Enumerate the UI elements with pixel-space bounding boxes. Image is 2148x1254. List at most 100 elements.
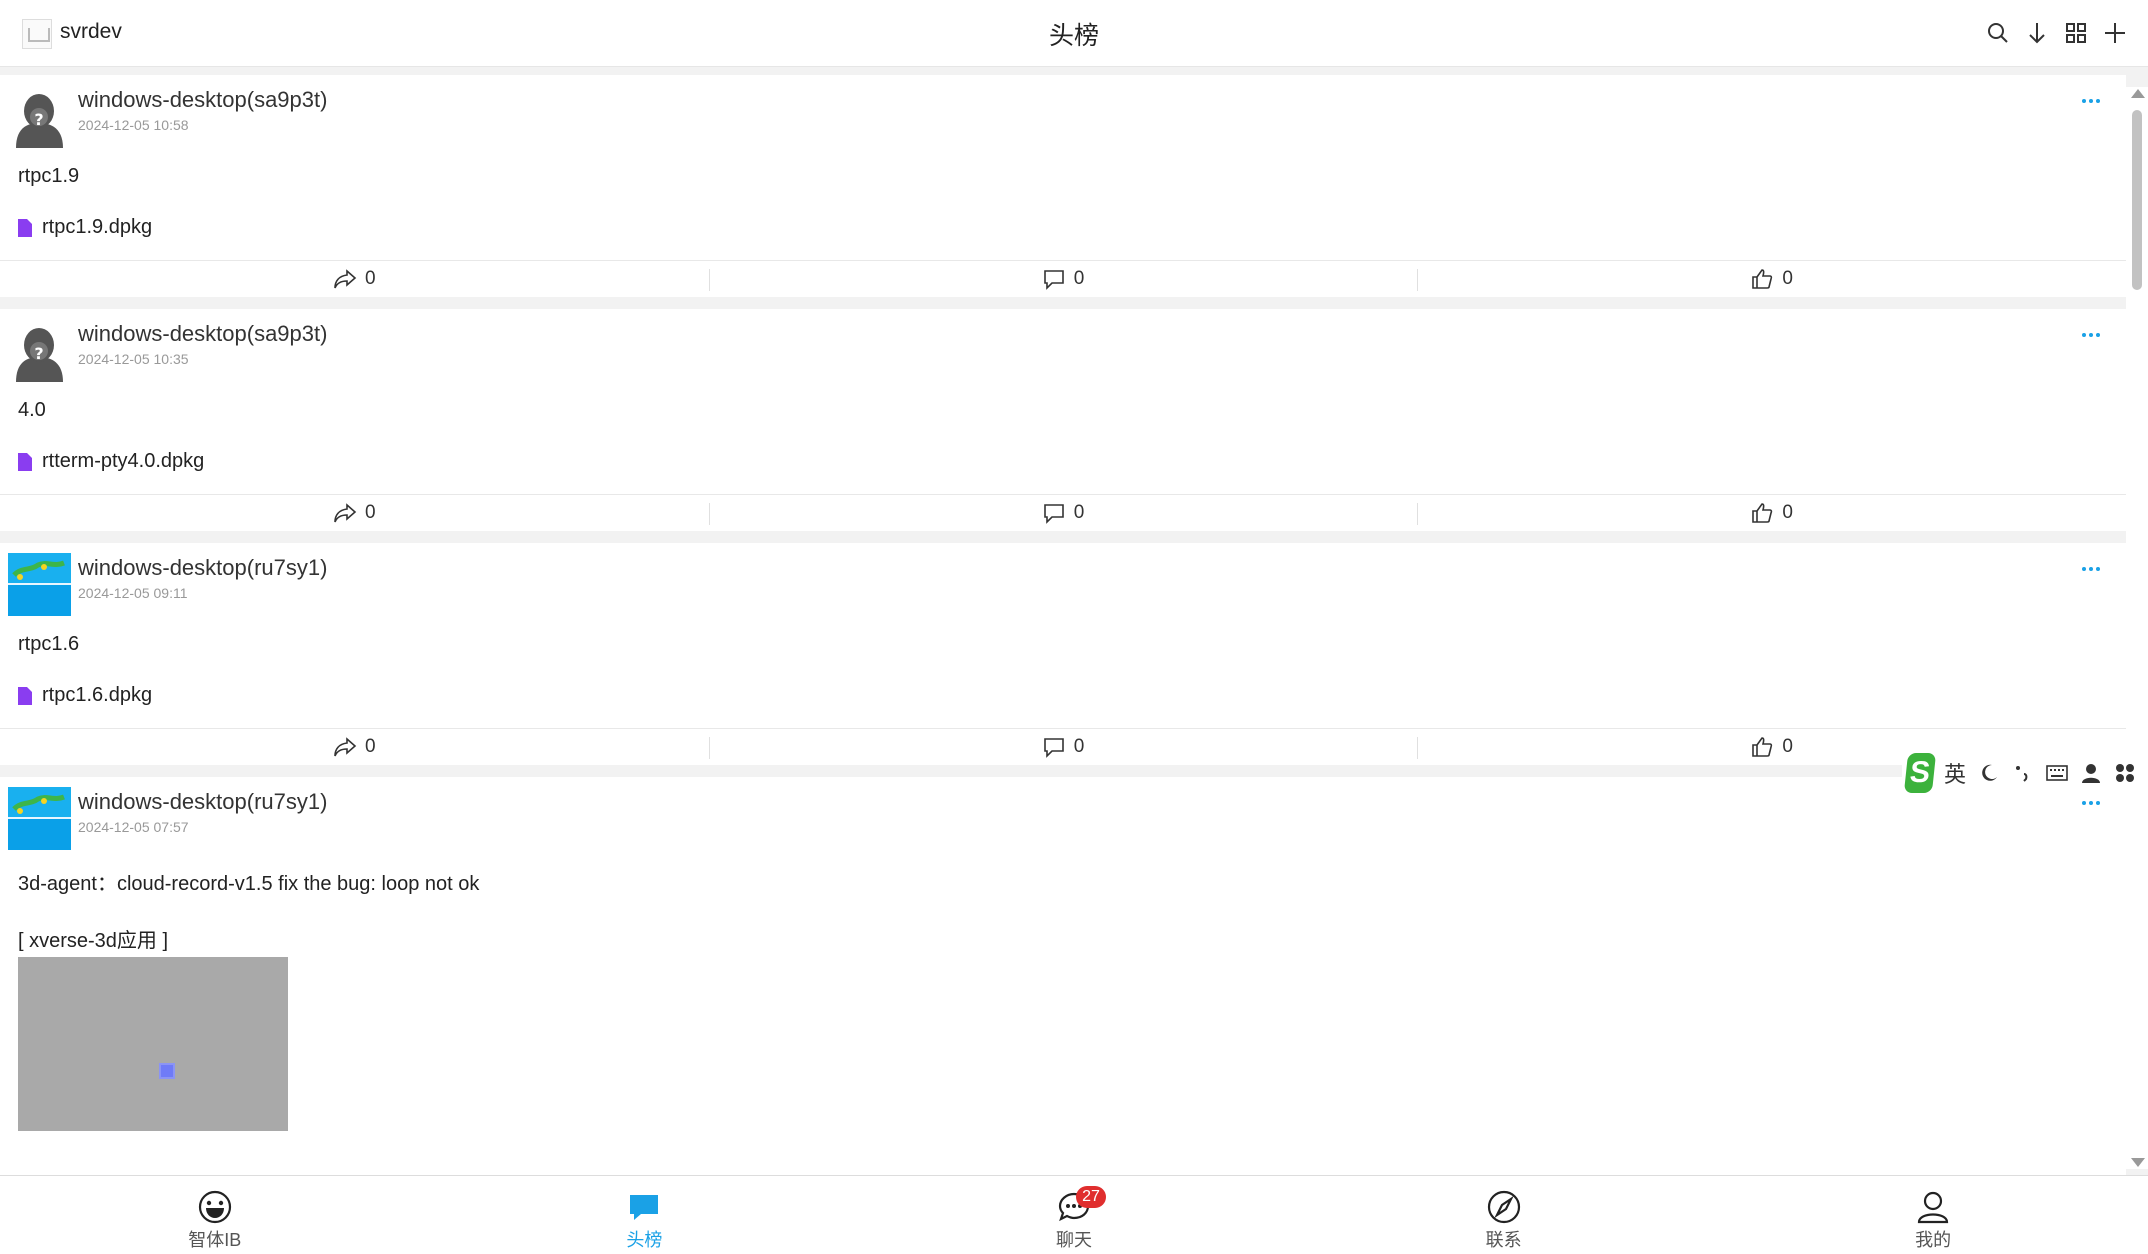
post-time: 2024-12-05 07:57 [78,819,189,835]
nav-item-contacts[interactable]: 联系 [1289,1176,1719,1254]
share-count: 0 [365,502,376,523]
nav-label: 聊天 [1055,1230,1092,1250]
top-header: svrdev 头榜 [0,0,2148,67]
post-author[interactable]: windows-desktop(ru7sy1) [78,789,327,815]
download-icon[interactable] [2024,20,2050,46]
nav-label: 智体IB [188,1230,242,1250]
compass-icon [1487,1190,1520,1224]
unread-badge: 27 [1075,1186,1106,1208]
thumbs-up-icon [1752,269,1773,289]
nav-item-chat[interactable]: 聊天 27 [859,1176,1289,1254]
hooded-user-avatar-icon[interactable]: ? [8,319,71,382]
attachment-name: rtterm-pty4.0.dpkg [42,450,205,472]
feed-post[interactable]: windows-desktop(ru7sy1) 2024-12-05 09:11… [0,543,2126,765]
search-icon[interactable] [1985,20,2011,46]
comment-icon [1043,504,1064,524]
post-attachment[interactable]: rtpc1.9.dpkg [18,216,152,239]
svg-text:?: ? [34,344,43,363]
post-group-tag[interactable]: [ xverse-3d应用 ] [18,924,168,953]
feed-post[interactable]: ? windows-desktop(sa9p3t) 2024-12-05 10:… [0,75,2126,297]
post-actions: 0 0 0 [0,728,2126,765]
post-actions: 0 0 0 [0,494,2126,531]
like-count: 0 [1782,736,1793,757]
more-options-icon[interactable] [2076,559,2106,579]
attachment-name: rtpc1.6.dpkg [42,684,153,706]
post-author[interactable]: windows-desktop(sa9p3t) [78,87,327,113]
comment-button[interactable]: 0 [708,495,1418,531]
feed-post[interactable]: windows-desktop(ru7sy1) 2024-12-05 07:57… [0,777,2126,1175]
like-count: 0 [1782,502,1793,523]
post-image-thumbnail[interactable] [18,957,288,1131]
nav-label: 头榜 [626,1230,663,1250]
file-icon [18,452,32,471]
comment-icon [1043,270,1064,290]
post-time: 2024-12-05 09:11 [78,585,188,601]
post-content: 4.0 [18,399,46,421]
thumbs-up-icon [1752,737,1773,757]
like-button[interactable]: 0 [1417,495,2126,531]
apps-grid-icon[interactable] [2114,762,2136,784]
chat-bubble-icon [630,1195,659,1220]
landscape-avatar-icon[interactable] [8,787,71,850]
nav-item-mine[interactable]: 我的 [1718,1176,2148,1254]
post-author[interactable]: windows-desktop(ru7sy1) [78,555,327,581]
landscape-avatar-icon[interactable] [8,553,71,616]
nav-label: 我的 [1915,1230,1952,1250]
comment-button[interactable]: 0 [708,261,1418,297]
ime-toolbar[interactable]: S 英 [1902,751,2148,795]
share-icon [334,737,357,757]
attachment-name: rtpc1.9.dpkg [42,216,153,238]
scroll-up-arrow-icon[interactable] [2131,89,2145,98]
comment-button[interactable]: 0 [708,729,1418,765]
svg-text:?: ? [34,110,43,129]
smiley-icon [198,1190,231,1224]
feed-scrollbar[interactable] [2126,87,2148,1169]
share-count: 0 [365,268,376,289]
share-icon [334,503,357,523]
more-options-icon[interactable] [2076,91,2106,111]
app-window: svrdev 头榜 ? windows-desktop(sa9p3t) 2024… [0,0,2148,1254]
share-button[interactable]: 0 [0,729,709,765]
image-placeholder-icon [159,1063,175,1079]
feed-post[interactable]: ? windows-desktop(sa9p3t) 2024-12-05 10:… [0,309,2126,531]
post-time: 2024-12-05 10:35 [78,351,189,367]
post-time: 2024-12-05 10:58 [78,117,189,133]
grid-icon[interactable] [2063,20,2089,46]
post-author[interactable]: windows-desktop(sa9p3t) [78,321,327,347]
punctuation-icon[interactable] [2012,762,2034,784]
post-attachment[interactable]: rtterm-pty4.0.dpkg [18,450,204,473]
user-icon[interactable] [2080,762,2102,784]
ime-language-toggle[interactable]: 英 [1944,757,1966,789]
post-actions: 0 0 0 [0,260,2126,297]
scroll-down-arrow-icon[interactable] [2131,1158,2145,1167]
more-options-icon[interactable] [2076,325,2106,345]
thumbs-up-icon [1752,503,1773,523]
scrollbar-thumb[interactable] [2132,110,2142,290]
user-icon [1918,1191,1949,1224]
post-content: 3d-agent：cloud-record-v1.5 fix the bug: … [18,873,480,895]
post-content: rtpc1.6 [18,633,80,655]
bottom-navigation: 智体IB 头榜 聊天 27 联系 我的 [0,1175,2148,1254]
post-attachment[interactable]: rtpc1.6.dpkg [18,684,152,707]
post-content: rtpc1.9 [18,165,80,187]
comment-count: 0 [1073,502,1085,523]
page-title: 头榜 [1048,22,1099,50]
share-button[interactable]: 0 [0,261,709,297]
hooded-user-avatar-icon[interactable]: ? [8,85,71,148]
like-button[interactable]: 0 [1417,261,2126,297]
nav-item-toubang[interactable]: 头榜 [430,1176,860,1254]
more-options-icon[interactable] [2076,793,2106,813]
nav-item-zhiti[interactable]: 智体IB [0,1176,430,1254]
file-icon [18,686,32,705]
share-button[interactable]: 0 [0,495,709,531]
moon-icon[interactable] [1978,762,2000,784]
feed-list[interactable]: ? windows-desktop(sa9p3t) 2024-12-05 10:… [0,75,2126,1175]
share-count: 0 [365,736,376,757]
like-count: 0 [1782,268,1793,289]
file-icon [18,218,32,237]
plus-icon[interactable] [2102,20,2128,46]
sogou-ime-logo-icon[interactable]: S [1903,753,1937,793]
keyboard-icon[interactable] [2046,762,2068,784]
comment-count: 0 [1073,736,1085,757]
comment-icon [1043,738,1064,758]
